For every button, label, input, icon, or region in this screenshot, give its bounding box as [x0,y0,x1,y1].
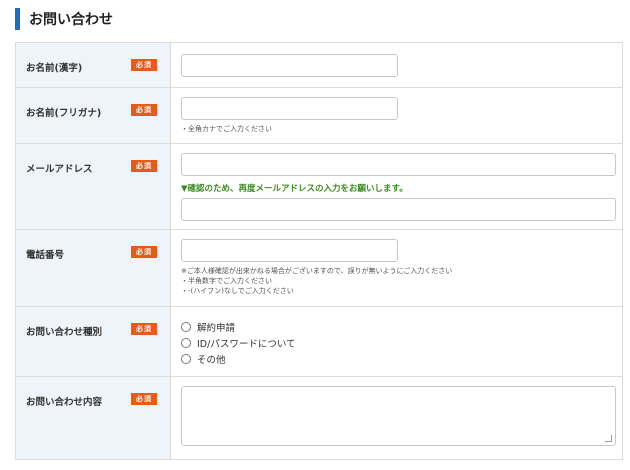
field-cell: ▼確認のため、再度メールアドレスの入力をお願いします。 [170,143,623,230]
inquiry-type-radio-group: 解約申請 ID/パスワードについて その他 [181,319,612,367]
field-cell [170,42,623,88]
name-kana-input[interactable] [181,97,398,120]
name-kanji-input[interactable] [181,54,398,77]
page-title-text: お問い合わせ [29,12,113,28]
page-title: お問い合わせ [15,8,113,30]
field-label-cell: お名前(漢字) 必須 [15,42,171,88]
form-row-phone: 電話番号 必須 ※ご本人様確認が出来かねる場合がございますので、誤りが無いように… [15,229,623,307]
phone-note: ・半角数字でご入力ください [181,277,272,285]
inquiry-content-textarea[interactable] [181,386,616,446]
radio-option-id-password[interactable]: ID/パスワードについて [181,335,612,351]
form-row-inquiry-type: お問い合わせ種別 必須 解約申請 ID/パスワードについて その他 [15,306,623,377]
phone-input[interactable] [181,239,398,262]
radio-option-label: 解約申請 [197,323,236,334]
radio-option-cancel[interactable]: 解約申請 [181,319,612,335]
email-confirm-note: ▼確認のため、再度メールアドレスの入力をお願いします。 [181,184,408,194]
required-badge: 必須 [131,246,157,258]
email-label: メールアドレス [26,164,93,175]
radio-circle-icon[interactable] [181,322,191,332]
form-row-email: メールアドレス 必須 ▼確認のため、再度メールアドレスの入力をお願いします。 [15,143,623,230]
form-row-name-kana: お名前(フリガナ) 必須 ・全角カナでご入力ください [15,87,623,144]
email-input[interactable] [181,153,616,176]
required-badge: 必須 [131,104,157,116]
form-row-inquiry-content: お問い合わせ内容 必須 [15,376,623,460]
phone-label: 電話番号 [26,250,65,261]
phone-notes: ※ご本人様確認が出来かねる場合がございますので、誤りが無いようにご入力ください … [181,266,612,296]
field-cell [170,376,623,460]
field-label-cell: お問い合わせ種別 必須 [15,306,171,377]
phone-note: ※ご本人様確認が出来かねる場合がございますので、誤りが無いようにご入力ください [181,267,453,275]
required-badge: 必須 [131,323,157,335]
field-cell: ※ご本人様確認が出来かねる場合がございますので、誤りが無いようにご入力ください … [170,229,623,307]
name-kana-label: お名前(フリガナ) [26,108,102,119]
resize-handle-icon[interactable] [605,435,612,442]
name-kana-note: ・全角カナでご入力ください [181,125,272,133]
field-label-cell: メールアドレス 必須 [15,143,171,230]
inquiry-content-label: お問い合わせ内容 [26,397,103,408]
email-confirm-input[interactable] [181,198,616,221]
inquiry-type-label: お問い合わせ種別 [26,327,103,338]
required-badge: 必須 [131,160,157,172]
required-badge: 必須 [131,59,157,71]
textarea-wrapper [181,386,616,446]
form-row-name-kanji: お名前(漢字) 必須 [15,42,623,88]
radio-circle-icon[interactable] [181,354,191,364]
radio-option-label: ID/パスワードについて [197,339,296,350]
field-cell: ・全角カナでご入力ください [170,87,623,144]
required-badge: 必須 [131,393,157,405]
phone-note: ・-(ハイフン)なしでご入力ください [181,287,294,295]
radio-circle-icon[interactable] [181,338,191,348]
field-label-cell: 電話番号 必須 [15,229,171,307]
field-label-cell: お名前(フリガナ) 必須 [15,87,171,144]
radio-option-other[interactable]: その他 [181,351,612,367]
field-label-cell: お問い合わせ内容 必須 [15,376,171,460]
name-kanji-label: お名前(漢字) [26,63,83,74]
field-cell: 解約申請 ID/パスワードについて その他 [170,306,623,377]
contact-form: お名前(漢字) 必須 お名前(フリガナ) 必須 ・全角カナでご入力ください メー… [15,42,623,460]
radio-option-label: その他 [197,355,226,366]
